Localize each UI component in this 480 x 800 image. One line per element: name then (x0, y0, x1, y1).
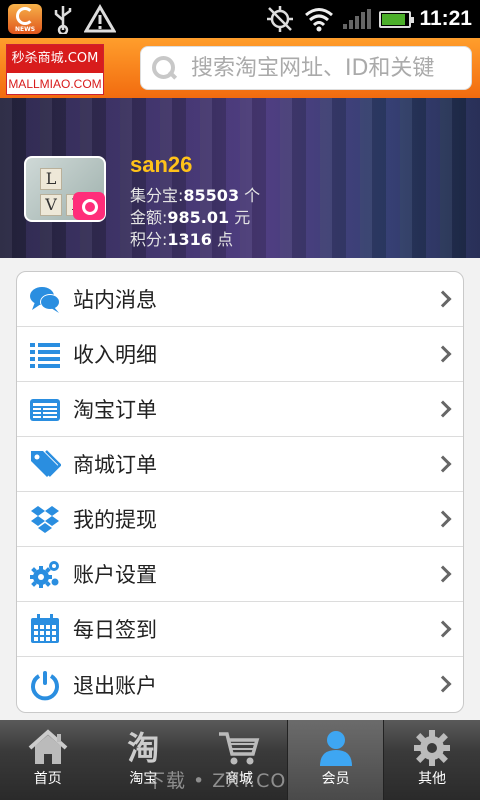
menu-item-logout[interactable]: 退出账户 (17, 657, 463, 712)
nav-label: 首页 (33, 771, 62, 787)
menu-label: 每日签到 (73, 618, 157, 642)
menu-item-checkin[interactable]: 每日签到 (17, 602, 463, 657)
nav-other[interactable]: 其他 (384, 720, 480, 800)
points-label: 集分宝: (130, 186, 184, 205)
battery-charging-icon (379, 10, 415, 28)
gears-icon (30, 561, 59, 588)
menu-label: 退出账户 (73, 673, 157, 698)
logo-line2: MALLMIAO.COM (8, 77, 102, 91)
camera-icon[interactable] (73, 192, 105, 220)
app-header: 秒杀商城.COM MALLMIAO.COM (0, 38, 480, 98)
amount-unit: 元 (234, 208, 251, 227)
chevron-right-icon (434, 290, 452, 308)
menu-label: 账户设置 (73, 563, 157, 587)
avatar-tile: V (40, 194, 62, 216)
nav-member[interactable]: 会员 (286, 720, 385, 800)
usb-icon (54, 6, 72, 34)
power-icon (31, 670, 59, 700)
search-input[interactable] (191, 55, 471, 81)
warning-icon (84, 4, 116, 33)
gear-icon (414, 730, 451, 766)
score-stat: 积分:1316 点 (130, 226, 233, 250)
chevron-right-icon (434, 400, 452, 418)
chat-bubbles-icon (30, 287, 60, 313)
nav-label: 其他 (418, 771, 447, 787)
news-badge-label: NEWS (14, 26, 36, 33)
amount-label: 金额: (130, 208, 168, 227)
username: san26 (130, 152, 193, 177)
chevron-right-icon (434, 675, 452, 693)
nav-mall[interactable]: 商城 (191, 720, 287, 800)
points-value: 85503 (183, 186, 240, 205)
status-bar-left: NEWS (8, 4, 116, 34)
menu-label: 淘宝订单 (73, 398, 157, 422)
menu-item-settings[interactable]: 账户设置 (17, 547, 463, 602)
menu-item-mall-orders[interactable]: 商城订单 (17, 437, 463, 492)
logo-line1: 秒杀商城.COM (7, 45, 103, 73)
nav-taobao[interactable]: 淘 淘宝 (96, 720, 192, 800)
status-bar-right: 11:21 (265, 4, 472, 34)
status-bar: NEWS 11:21 (0, 0, 480, 38)
chevron-right-icon (434, 565, 452, 583)
signal-icon (343, 9, 372, 29)
news-app-icon: NEWS (8, 4, 42, 34)
menu-item-income[interactable]: 收入明细 (17, 327, 463, 382)
nav-label: 商城 (224, 771, 253, 787)
chevron-right-icon (434, 345, 452, 363)
chevron-right-icon (434, 455, 452, 473)
menu-item-withdraw[interactable]: 我的提现 (17, 492, 463, 547)
menu-item-taobao-orders[interactable]: 淘宝订单 (17, 382, 463, 437)
gps-off-icon (267, 6, 294, 32)
dropbox-icon (31, 506, 59, 533)
amount-value: 985.01 (167, 208, 230, 227)
status-time: 11:21 (419, 7, 472, 30)
cart-icon (218, 732, 260, 765)
list-icon (30, 343, 60, 368)
member-icon (319, 731, 352, 766)
avatar-tile: L (40, 168, 62, 190)
chevron-right-icon (434, 510, 452, 528)
nav-label: 淘宝 (129, 771, 158, 787)
tags-icon (31, 450, 61, 477)
search-icon (151, 55, 177, 81)
profile-banner: L V E san26 集分宝:85503 个 金额:985.01 元 积分:1… (0, 98, 480, 258)
bottom-nav: 首页 淘 淘宝 商城 会员 其他 (0, 720, 480, 800)
amount-stat: 金额:985.01 元 (130, 204, 250, 228)
menu-label: 收入明细 (73, 343, 157, 367)
points-stat: 集分宝:85503 个 (130, 182, 260, 206)
menu-label: 商城订单 (73, 453, 157, 477)
score-unit: 点 (217, 230, 234, 249)
score-value: 1316 (167, 230, 212, 249)
score-label: 积分: (130, 230, 168, 249)
account-menu: 站内消息 收入明细 淘宝订单 商城订单 我的提现 账户设置 每日签到 退出账户 (16, 271, 464, 713)
search-box[interactable] (140, 46, 472, 90)
order-card-icon (30, 399, 60, 421)
wifi-icon (305, 8, 334, 32)
taobao-icon: 淘 (127, 729, 160, 767)
points-unit: 个 (244, 186, 261, 205)
nav-label: 会员 (321, 771, 350, 787)
app-logo[interactable]: 秒杀商城.COM MALLMIAO.COM (6, 44, 104, 95)
menu-label: 站内消息 (73, 288, 157, 312)
calendar-icon (31, 614, 59, 643)
chevron-right-icon (434, 620, 452, 638)
nav-home[interactable]: 首页 (0, 720, 96, 800)
menu-label: 我的提现 (73, 508, 157, 532)
menu-item-messages[interactable]: 站内消息 (17, 272, 463, 327)
home-icon (28, 729, 68, 764)
